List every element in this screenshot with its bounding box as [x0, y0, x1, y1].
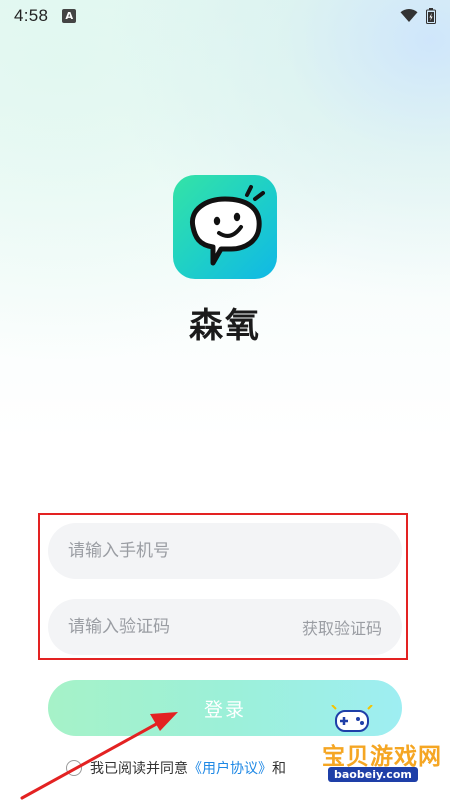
agreement-prefix: 我已阅读并同意: [90, 761, 188, 777]
get-code-button[interactable]: 获取验证码: [302, 615, 382, 639]
battery-icon: [426, 8, 436, 24]
agreement-row: 我已阅读并同意 《用户协议》 和: [66, 758, 286, 778]
smiling-speech-bubble-icon: [189, 185, 265, 266]
watermark-url: baobeiy.com: [328, 767, 418, 782]
code-field[interactable]: 获取验证码: [48, 599, 402, 655]
status-icons: [400, 8, 436, 24]
phone-input[interactable]: [68, 541, 382, 561]
a-letter-icon: A: [62, 9, 77, 23]
app-logo: [173, 175, 277, 279]
phone-field[interactable]: [48, 523, 402, 579]
agreement-and: 和: [272, 761, 286, 777]
gamepad-icon: [331, 705, 373, 732]
status-time: 4:58: [14, 6, 49, 25]
watermark-text: 宝贝游戏网: [322, 744, 442, 770]
watermark: 宝贝游戏网 baobeiy.com: [300, 705, 450, 800]
wifi-icon: [400, 9, 418, 22]
user-agreement-link[interactable]: 《用户协议》: [188, 758, 272, 778]
app-name: 森氧: [189, 306, 261, 346]
agree-checkbox[interactable]: [66, 760, 82, 776]
verification-code-input[interactable]: [68, 617, 302, 637]
status-bar: 4:58 A: [0, 0, 450, 32]
